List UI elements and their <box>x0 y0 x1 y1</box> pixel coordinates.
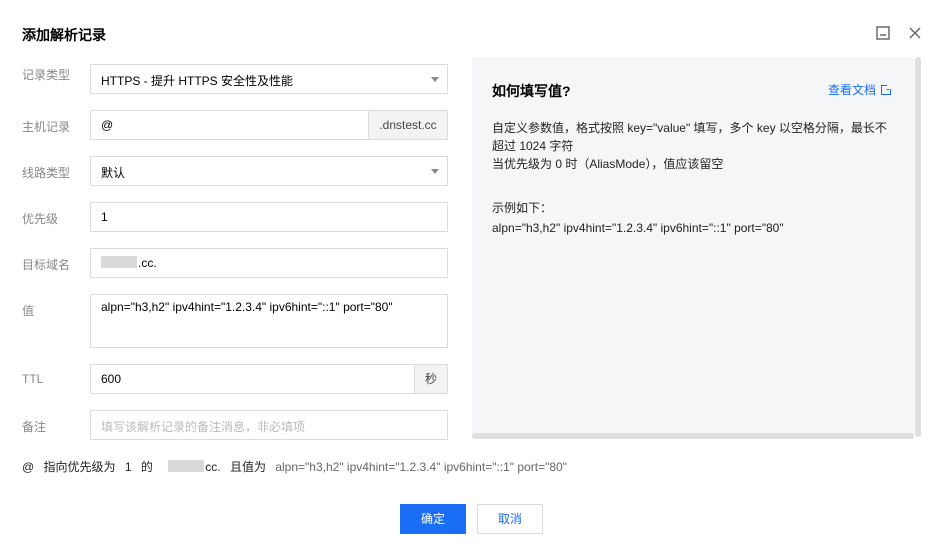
ttl-input[interactable]: 600 秒 <box>90 364 448 394</box>
dialog-title: 添加解析记录 <box>22 27 106 43</box>
remark-placeholder: 填写该解析记录的备注消息，非必填项 <box>101 420 306 434</box>
add-record-dialog: 添加解析记录 记录类型 HTTPS - 提升 HTTPS 安全性及性能 主机记录… <box>0 0 943 555</box>
priority-label: 优先级 <box>22 212 59 226</box>
preview-value: alpn="h3,h2" ipv4hint="1.2.3.4" ipv6hint… <box>275 460 567 474</box>
line-type-value: 默认 <box>101 166 126 180</box>
ttl-value: 600 <box>101 372 122 386</box>
window-minimize-icon[interactable] <box>874 24 892 42</box>
value-textarea[interactable]: alpn="h3,h2" ipv4hint="1.2.3.4" ipv6hint… <box>90 294 448 348</box>
ttl-unit: 秒 <box>414 364 448 394</box>
host-domain-suffix: .dnstest.cc <box>368 110 448 140</box>
chevron-down-icon <box>431 169 439 174</box>
view-docs-label: 查看文档 <box>828 83 877 97</box>
value-text: alpn="h3,h2" ipv4hint="1.2.3.4" ipv6hint… <box>101 300 393 314</box>
remark-input[interactable]: 填写该解析记录的备注消息，非必填项 <box>90 410 448 440</box>
record-type-select[interactable]: HTTPS - 提升 HTTPS 安全性及性能 <box>90 64 448 94</box>
vertical-scrollbar[interactable] <box>915 57 921 437</box>
preview-priority: 1 <box>124 460 132 474</box>
target-value: .cc. <box>138 256 157 270</box>
host-label: 主机记录 <box>22 120 71 134</box>
help-line-2: 超过 1024 字符 <box>492 139 574 153</box>
external-link-icon <box>881 83 894 95</box>
horizontal-scrollbar[interactable] <box>472 433 914 439</box>
line-type-select[interactable]: 默认 <box>90 156 448 186</box>
preview-host: @ <box>22 460 35 474</box>
preview-text-3: 且值为 <box>229 460 266 474</box>
example-value: alpn="h3,h2" ipv4hint="1.2.3.4" ipv6hint… <box>492 221 784 235</box>
ttl-label: TTL <box>22 372 44 386</box>
preview-text-1: 指向优先级为 <box>43 460 116 474</box>
close-icon[interactable] <box>906 24 924 42</box>
chevron-down-icon <box>431 77 439 82</box>
line-type-label: 线路类型 <box>22 166 71 180</box>
value-label: 值 <box>22 304 35 318</box>
redacted-text <box>101 256 137 268</box>
redacted-text <box>168 460 205 472</box>
target-input[interactable]: .cc. <box>90 248 448 278</box>
priority-input[interactable]: 1 <box>90 202 448 232</box>
view-docs-link[interactable]: 查看文档 <box>828 81 894 98</box>
record-preview: @ 指向优先级为 1 的 cc. 且值为 alpn="h3,h2" ipv4hi… <box>22 458 567 475</box>
host-value: @ <box>101 118 114 132</box>
help-panel: 如何填写值? 查看文档 自定义参数值，格式按照 key="value" 填写，多… <box>472 57 914 439</box>
help-title: 如何填写值? <box>492 83 571 99</box>
help-line-3: 当优先级为 0 时（AliasMode），值应该留空 <box>492 157 724 171</box>
example-title: 示例如下： <box>492 201 553 215</box>
remark-label: 备注 <box>22 420 47 434</box>
target-label: 目标域名 <box>22 258 71 272</box>
cancel-button[interactable]: 取消 <box>477 504 543 534</box>
preview-target: cc. <box>205 460 221 474</box>
priority-value: 1 <box>101 210 108 224</box>
confirm-button[interactable]: 确定 <box>400 504 466 534</box>
record-type-value: HTTPS - 提升 HTTPS 安全性及性能 <box>101 74 294 88</box>
preview-text-2: 的 <box>140 460 153 474</box>
host-input[interactable]: @ .dnstest.cc <box>90 110 448 140</box>
record-type-label: 记录类型 <box>22 68 71 82</box>
help-line-1: 自定义参数值，格式按照 key="value" 填写，多个 key 以空格分隔，… <box>492 121 887 135</box>
